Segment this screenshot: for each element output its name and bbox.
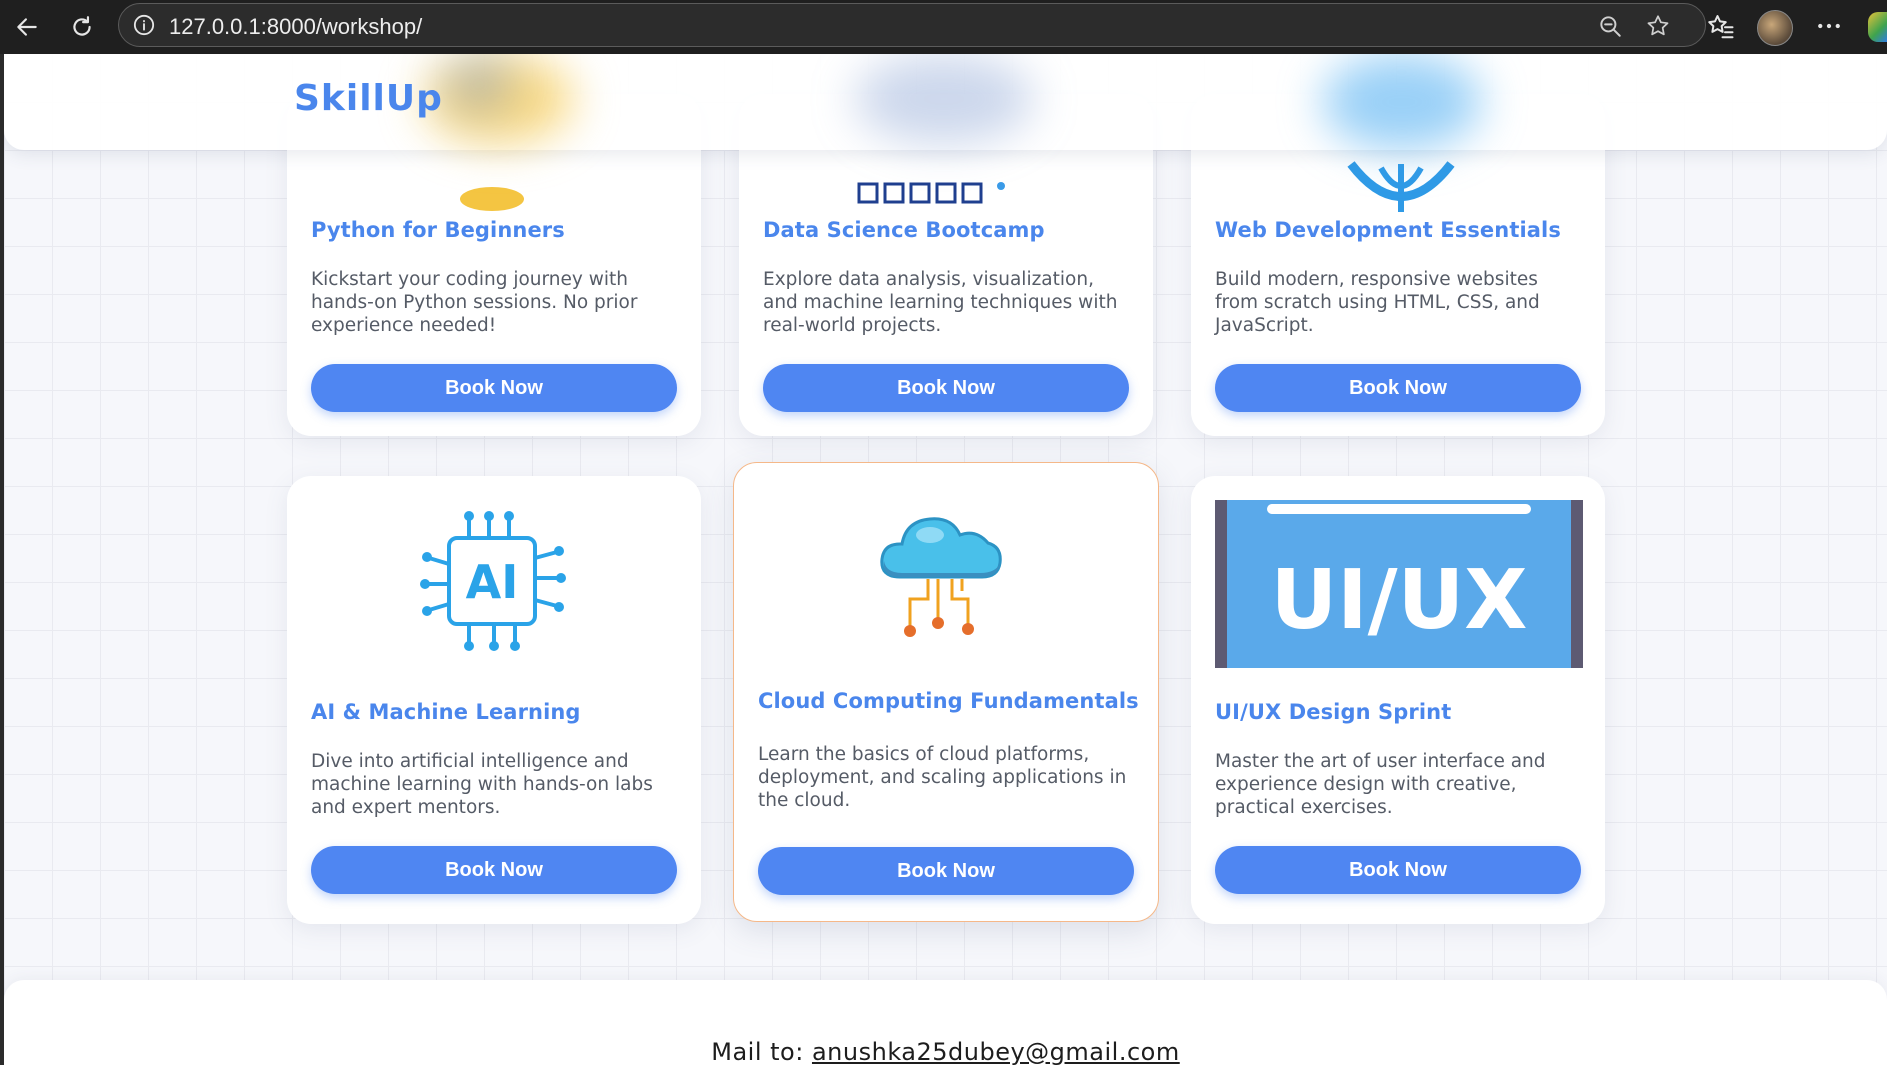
book-now-button[interactable]: Book Now xyxy=(311,846,677,894)
book-now-button[interactable]: Book Now xyxy=(311,364,677,412)
browser-toolbar: 127.0.0.1:8000/workshop/ xyxy=(0,0,1887,54)
footer-contact: Mail to: anushka25dubey@gmail.com xyxy=(4,1038,1887,1065)
book-now-button[interactable]: Book Now xyxy=(1215,846,1581,894)
card-description: Dive into artificial intelligence and ma… xyxy=(311,751,653,818)
card-description: Learn the basics of cloud platforms, dep… xyxy=(758,744,1127,811)
ai-chip-label: AI xyxy=(466,555,519,609)
card-description: Master the art of user interface and exp… xyxy=(1215,751,1546,818)
site-footer: Mail to: anushka25dubey@gmail.com xyxy=(4,980,1887,1065)
ui-ux-banner-text: UI/UX xyxy=(1271,553,1528,648)
zoom-icon[interactable] xyxy=(1597,13,1623,39)
more-menu-icon[interactable] xyxy=(1814,11,1844,41)
favorite-star-icon[interactable] xyxy=(1645,13,1671,39)
card-description: Build modern, responsive websites from s… xyxy=(1215,269,1540,336)
book-now-button[interactable]: Book Now xyxy=(758,847,1134,895)
globe-icon-blurred xyxy=(1322,54,1482,150)
workshop-card-cloud: Cloud Computing Fundamentals Learn the b… xyxy=(733,462,1159,922)
card-description: Explore data analysis, visualization, an… xyxy=(763,269,1118,336)
card-title: Python for Beginners xyxy=(311,218,565,242)
card-title: Web Development Essentials xyxy=(1215,218,1561,242)
back-button[interactable] xyxy=(9,9,45,45)
site-info-icon[interactable] xyxy=(133,14,155,36)
page-viewport: Python for Beginners Kickstart your codi… xyxy=(4,54,1887,1065)
back-arrow-icon xyxy=(17,18,37,36)
favorites-icon[interactable] xyxy=(1705,11,1735,41)
profile-avatar[interactable] xyxy=(1757,10,1793,46)
address-bar[interactable]: 127.0.0.1:8000/workshop/ xyxy=(118,3,1706,47)
copilot-icon[interactable] xyxy=(1868,12,1887,42)
cloud-icon xyxy=(880,517,1002,637)
card-title: UI/UX Design Sprint xyxy=(1215,700,1452,724)
ui-ux-banner: UI/UX xyxy=(1215,500,1583,668)
workshop-card-ai-ml: AI AI & Machine Learning Dive into artif… xyxy=(287,476,701,924)
url-text[interactable]: 127.0.0.1:8000/workshop/ xyxy=(169,14,422,40)
data-science-icon-blurred xyxy=(854,54,1034,144)
email-link[interactable]: anushka25dubey@gmail.com xyxy=(812,1038,1180,1065)
reload-icon xyxy=(73,16,91,36)
ai-chip-icon: AI xyxy=(420,511,566,651)
workshop-card-ui-ux: UI/UX UI/UX Design Sprint Master the art… xyxy=(1191,476,1605,924)
card-title: Cloud Computing Fundamentals xyxy=(758,689,1139,713)
site-logo[interactable]: SkillUp xyxy=(294,78,443,119)
python-icon-blurred-blue xyxy=(444,54,514,114)
site-header: SkillUp xyxy=(4,54,1887,150)
data-science-icon xyxy=(857,182,1005,204)
card-title: Data Science Bootcamp xyxy=(763,218,1045,242)
book-now-button[interactable]: Book Now xyxy=(1215,364,1581,412)
book-now-button[interactable]: Book Now xyxy=(763,364,1129,412)
mail-label: Mail to: xyxy=(711,1038,804,1065)
reload-button[interactable] xyxy=(64,9,100,45)
card-description: Kickstart your coding journey with hands… xyxy=(311,269,638,336)
card-title: AI & Machine Learning xyxy=(311,700,581,724)
